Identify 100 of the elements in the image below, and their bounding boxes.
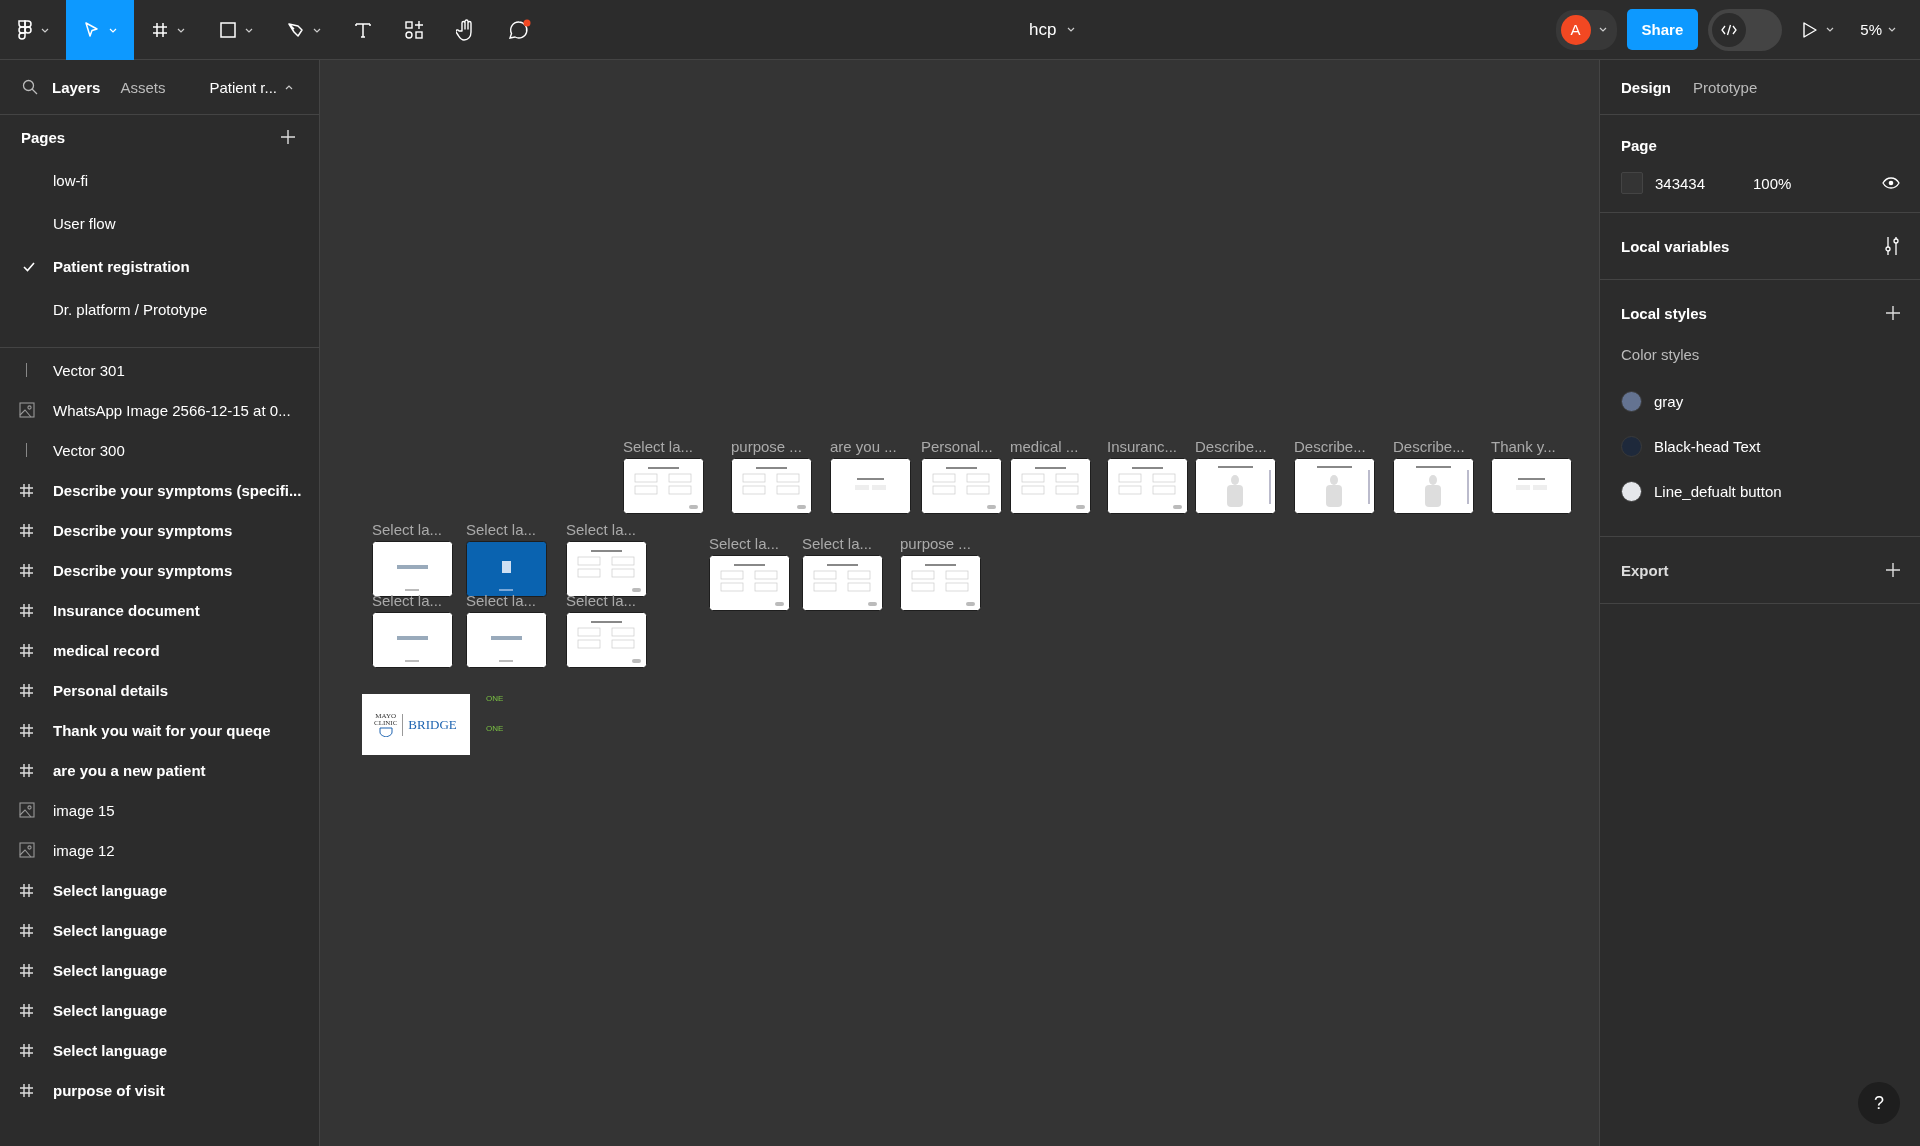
square-icon	[219, 21, 237, 39]
hash-icon	[19, 482, 34, 498]
layer-item[interactable]: WhatsApp Image 2566-12-15 at 0...	[53, 401, 291, 419]
layer-item[interactable]: Vector 300	[53, 441, 125, 459]
hash-icon	[19, 522, 34, 538]
logo-text: ONE	[486, 724, 504, 733]
hash-icon	[19, 1042, 34, 1058]
section-title: Export	[1621, 561, 1669, 579]
color-style-name[interactable]: gray	[1654, 393, 1684, 410]
frame-label[interactable]: Select la...	[372, 521, 443, 538]
brand-text: BRIDGE	[408, 716, 457, 733]
avatar-menu[interactable]: A	[1555, 9, 1617, 50]
hash-icon	[19, 602, 34, 618]
plus-icon[interactable]	[281, 130, 295, 144]
hash-icon	[19, 762, 34, 778]
page-item[interactable]: Patient registration	[0, 245, 319, 288]
layer-item[interactable]: image 15	[53, 801, 115, 819]
search-icon[interactable]	[22, 79, 38, 95]
cursor-icon	[83, 21, 101, 39]
image-icon	[18, 802, 35, 818]
frame-label[interactable]: Describe...	[1393, 438, 1465, 455]
layer-item[interactable]: Select language	[53, 1041, 168, 1059]
color-style-name[interactable]: Line_defualt button	[1654, 483, 1782, 500]
section-title: Local styles	[1621, 304, 1707, 322]
frame-label[interactable]: purpose ...	[731, 438, 802, 455]
frame-label[interactable]: Select la...	[466, 592, 537, 609]
pen-icon	[287, 21, 305, 39]
caret-icon	[109, 27, 117, 33]
sliders-icon[interactable]	[1884, 236, 1900, 256]
frame-label[interactable]: Select la...	[623, 438, 694, 455]
frame-label[interactable]: are you ...	[830, 438, 897, 455]
frame-label[interactable]: medical ...	[1010, 438, 1079, 455]
section-title: Page	[1621, 137, 1658, 154]
plus-icon[interactable]	[1886, 306, 1900, 320]
line-icon	[25, 443, 28, 457]
layer-item[interactable]: Describe your symptoms	[53, 521, 233, 539]
panel-tab[interactable]: Design	[1621, 78, 1671, 96]
frame-label[interactable]: Select la...	[802, 535, 873, 552]
hash-icon	[19, 642, 34, 658]
page-item[interactable]: Dr. platform / Prototype	[0, 288, 319, 331]
layer-item[interactable]: purpose of visit	[53, 1081, 165, 1099]
image-icon	[18, 402, 35, 418]
frame-label[interactable]: Describe...	[1195, 438, 1267, 455]
layer-item[interactable]: Personal details	[53, 681, 169, 699]
zoom-menu[interactable]: 5%	[1854, 20, 1902, 39]
layer-item[interactable]: Select language	[53, 921, 168, 939]
caret-icon	[177, 27, 185, 33]
plus-icon[interactable]	[1886, 563, 1900, 577]
dev-mode-toggle[interactable]	[1708, 8, 1783, 51]
panel-tab[interactable]: Assets	[110, 78, 176, 96]
frame-label[interactable]: Insuranc...	[1107, 438, 1178, 455]
file-title[interactable]: hcp	[1029, 19, 1057, 40]
layer-item[interactable]: image 12	[53, 841, 115, 859]
shield-icon	[378, 726, 393, 737]
caret-icon	[1888, 27, 1896, 32]
color-value[interactable]: 343434	[1655, 174, 1753, 192]
panel-tab[interactable]: Layers	[42, 78, 111, 96]
caret-icon	[1066, 27, 1075, 32]
frame-label[interactable]: purpose ...	[900, 535, 971, 552]
frame-label[interactable]: Select la...	[372, 592, 443, 609]
layer-item[interactable]: Vector 301	[53, 361, 125, 379]
avatar: A	[1560, 14, 1591, 45]
opacity-value[interactable]: 100%	[1753, 174, 1882, 192]
logo-icon	[17, 19, 33, 41]
color-swatch[interactable]	[1621, 172, 1643, 194]
layer-item[interactable]: Select language	[53, 961, 168, 979]
layer-item[interactable]: Describe your symptoms (specifi...	[53, 481, 302, 499]
layer-item[interactable]: are you a new patient	[53, 761, 206, 779]
code-icon	[1721, 23, 1738, 36]
frame-label[interactable]: Select la...	[709, 535, 780, 552]
hash-icon	[19, 882, 34, 898]
frame-label[interactable]: Thank y...	[1491, 438, 1556, 455]
shapes-icon	[404, 20, 424, 40]
page-menu[interactable]: Patient r...	[203, 77, 299, 97]
panel-tab[interactable]: Prototype	[1693, 78, 1758, 96]
hash-icon	[151, 21, 169, 39]
color-style-name[interactable]: Black-head Text	[1654, 438, 1761, 455]
pages-heading: Pages	[21, 128, 66, 146]
hash-icon	[19, 722, 34, 738]
frame-label[interactable]: Select la...	[566, 521, 637, 538]
layer-item[interactable]: Thank you wait for your queqe	[53, 721, 271, 739]
layer-item[interactable]: Select language	[53, 881, 168, 899]
caret-icon	[245, 27, 253, 33]
page-item[interactable]: User flow	[0, 202, 319, 245]
layer-item[interactable]: medical record	[53, 641, 160, 659]
layer-item[interactable]: Select language	[53, 1001, 168, 1019]
frame-label[interactable]: Select la...	[466, 521, 537, 538]
frame-label[interactable]: Select la...	[566, 592, 637, 609]
layer-item[interactable]: Insurance document	[53, 601, 200, 619]
frame-label[interactable]: Personal...	[921, 438, 993, 455]
play-icon	[1802, 20, 1819, 39]
caret-icon	[1598, 27, 1607, 32]
hash-icon	[19, 962, 34, 978]
help-button[interactable]: ?	[1858, 1082, 1900, 1124]
layer-item[interactable]: Describe your symptoms	[53, 561, 233, 579]
image-icon	[18, 842, 35, 858]
caret-icon	[313, 27, 321, 33]
frame-label[interactable]: Describe...	[1294, 438, 1366, 455]
page-item[interactable]: low-fi	[0, 159, 319, 202]
eye-icon[interactable]	[1882, 177, 1900, 189]
